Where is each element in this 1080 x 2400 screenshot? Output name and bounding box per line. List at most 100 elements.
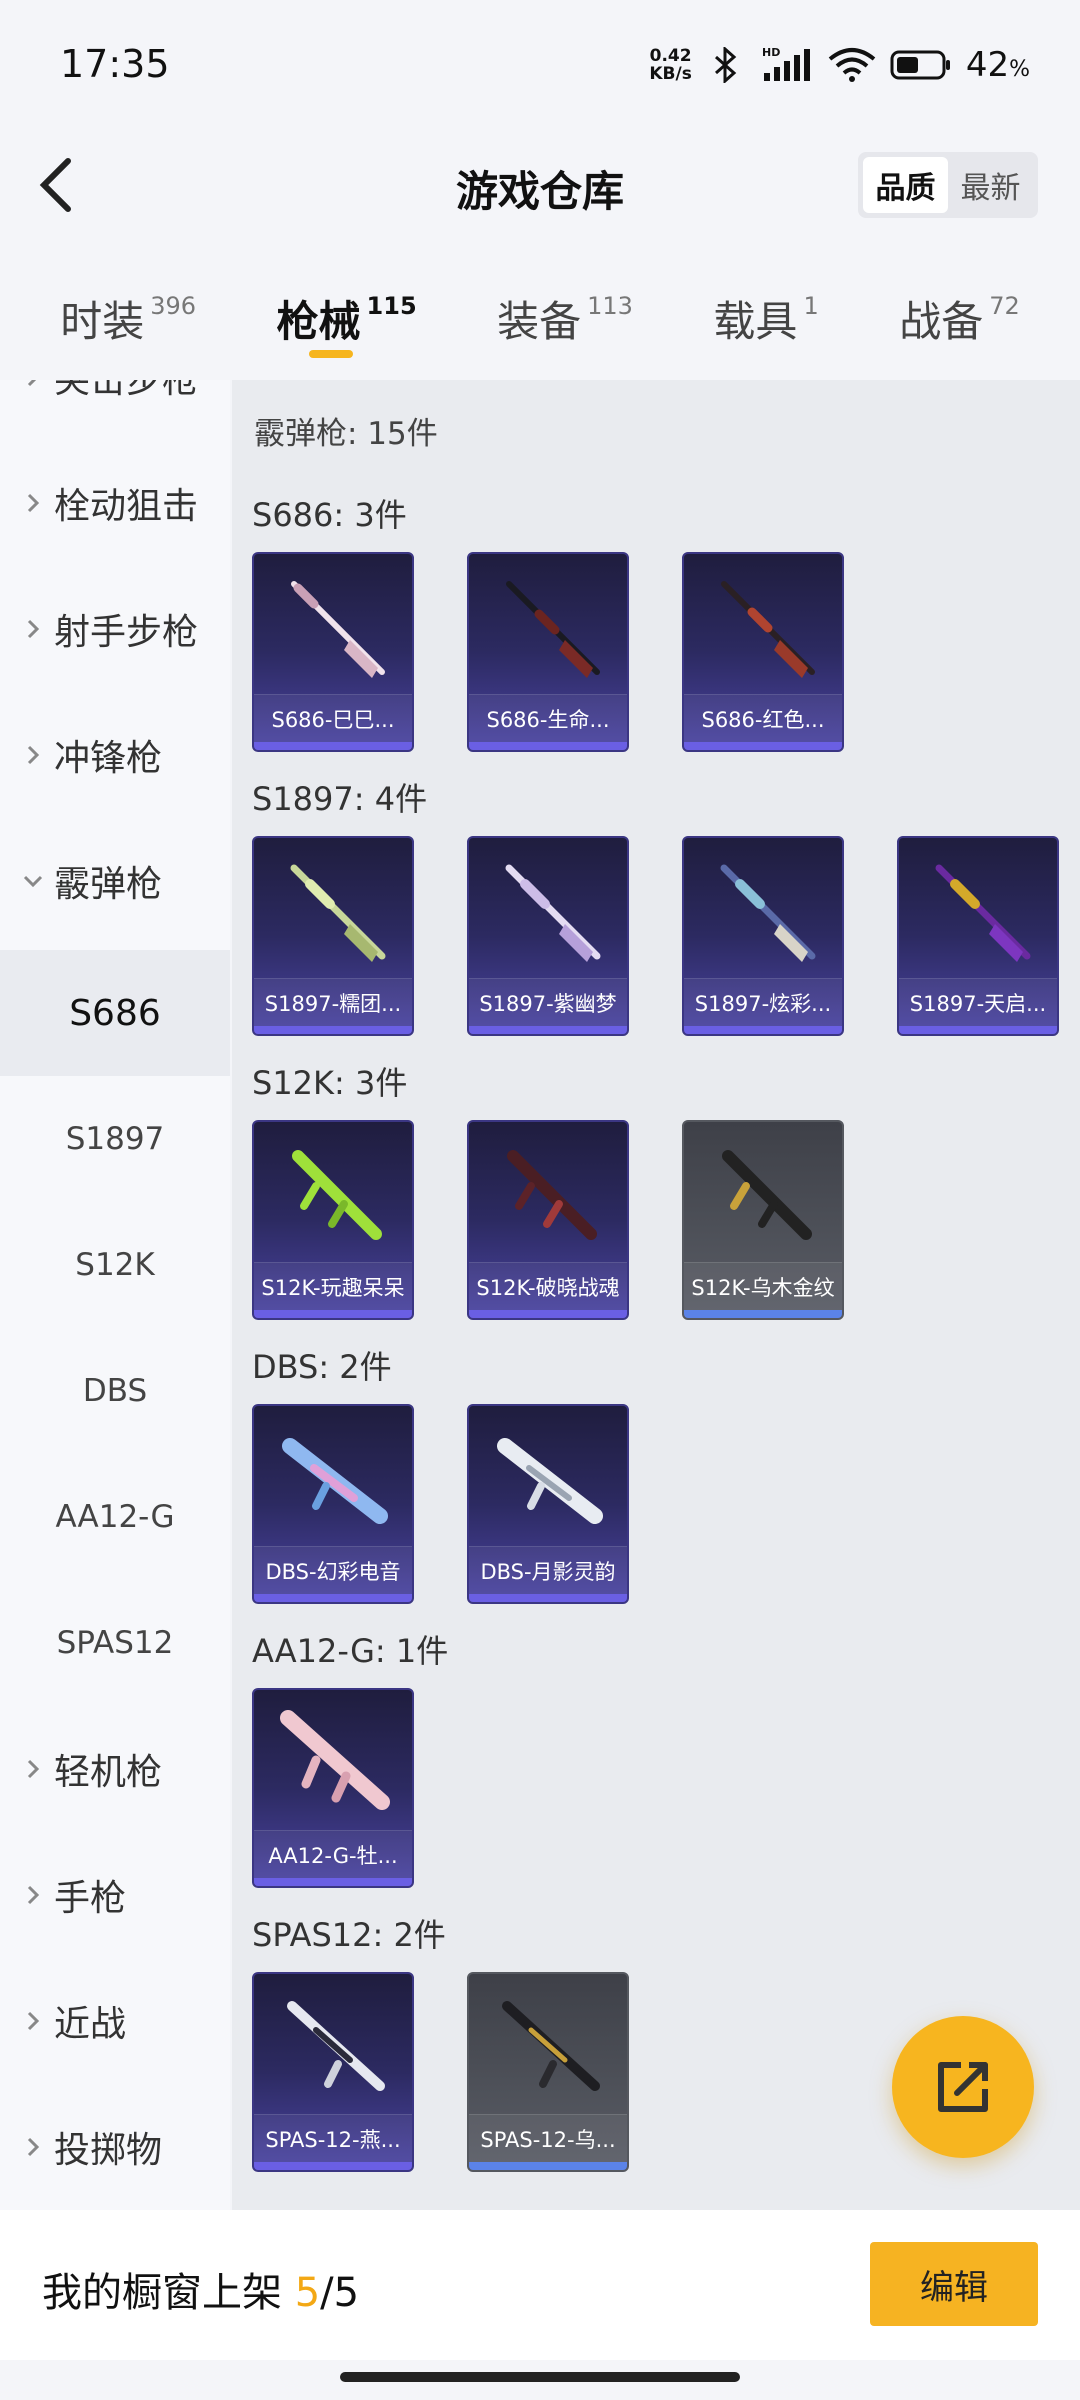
tab-vehicles[interactable]: 载具 1 xyxy=(713,270,818,380)
sidebar-item-label: 霰弹枪 xyxy=(54,864,163,905)
sidebar-sub-dbs[interactable]: DBS xyxy=(0,1328,230,1454)
item-name: DBS-月影灵韵 xyxy=(469,1546,627,1594)
sidebar-sub-aa12g[interactable]: AA12-G xyxy=(0,1454,230,1580)
sidebar-sub-s1897[interactable]: S1897 xyxy=(0,1076,230,1202)
item-card[interactable]: S1897-紫幽梦 xyxy=(467,836,629,1036)
quality-bar xyxy=(254,1594,412,1602)
item-card[interactable]: S1897-糯团... xyxy=(252,836,414,1036)
group-title-s1897: S1897: 4件 xyxy=(252,780,428,818)
item-card[interactable]: S12K-乌木金纹 xyxy=(682,1120,844,1320)
group-title-aa12g: AA12-G: 1件 xyxy=(252,1632,449,1670)
sidebar-item-smg[interactable]: 冲锋枪 xyxy=(0,692,230,818)
item-card[interactable]: SPAS-12-燕... xyxy=(252,1972,414,2172)
sidebar-item-pistol[interactable]: 手枪 xyxy=(0,1832,230,1958)
item-grid-panel: 霰弹枪: 15件 S686: 3件 S686-巳巳... S686-生命... … xyxy=(232,380,1080,2210)
chevron-right-icon xyxy=(22,492,44,514)
chevron-right-icon xyxy=(22,2136,44,2158)
item-card[interactable]: S686-生命... xyxy=(467,552,629,752)
sidebar-item-throwable[interactable]: 投掷物 xyxy=(0,2084,230,2210)
sort-by-quality[interactable]: 品质 xyxy=(863,157,948,213)
external-link-icon xyxy=(938,2062,988,2112)
tab-label: 装备 xyxy=(497,297,582,346)
item-name: S1897-天启... xyxy=(899,978,1057,1026)
quality-bar xyxy=(254,1878,412,1886)
chevron-right-icon xyxy=(22,380,44,388)
quality-bar xyxy=(254,742,412,750)
tab-label: 枪械 xyxy=(276,297,361,346)
quality-bar xyxy=(469,2162,627,2170)
status-icons: 0.42 KB/s HD 42% xyxy=(649,40,1030,90)
sidebar-sub-s12k[interactable]: S12K xyxy=(0,1202,230,1328)
shotgun-skin-icon xyxy=(507,1150,597,1240)
sidebar-item-label: 手枪 xyxy=(54,1878,127,1919)
item-name: DBS-幻彩电音 xyxy=(254,1546,412,1594)
item-card[interactable]: DBS-幻彩电音 xyxy=(252,1404,414,1604)
share-button[interactable] xyxy=(892,2016,1034,2158)
tab-count: 113 xyxy=(587,292,633,320)
shotgun-skin-icon xyxy=(497,1438,603,1524)
item-name: S686-生命... xyxy=(469,694,627,742)
item-card[interactable]: S12K-玩趣呆呆 xyxy=(252,1120,414,1320)
quality-bar xyxy=(254,2162,412,2170)
battery-percent: 42% xyxy=(965,45,1030,85)
sidebar-item-marksman-rifle[interactable]: 射手步枪 xyxy=(0,566,230,692)
quality-bar xyxy=(469,1594,627,1602)
item-card[interactable]: DBS-月影灵韵 xyxy=(467,1404,629,1604)
home-indicator[interactable] xyxy=(340,2372,740,2382)
sidebar-item-label: 冲锋枪 xyxy=(54,738,163,779)
shotgun-skin-icon xyxy=(721,581,815,678)
tab-count: 1 xyxy=(803,292,819,320)
group-title-spas12: SPAS12: 2件 xyxy=(252,1916,446,1954)
edit-button[interactable]: 编辑 xyxy=(870,2242,1038,2326)
sidebar-sub-spas12[interactable]: SPAS12 xyxy=(0,1580,230,1706)
showcase-separator: / xyxy=(320,2270,334,2316)
quality-bar xyxy=(469,1310,627,1318)
item-name: S12K-玩趣呆呆 xyxy=(254,1262,412,1310)
sidebar-item-lmg[interactable]: 轻机枪 xyxy=(0,1706,230,1832)
sidebar-item-label: 轻机枪 xyxy=(54,1752,163,1793)
weapon-category-sidebar: 突击步枪 栓动狙击 射手步枪 冲锋枪 霰弹枪 S686 S1897 S12K D… xyxy=(0,380,230,2210)
tab-equipment[interactable]: 装备 113 xyxy=(497,270,633,380)
showcase-current-count: 5 xyxy=(294,2270,321,2316)
sidebar-item-assault-rifle[interactable]: 突击步枪 xyxy=(0,380,230,440)
item-card[interactable]: S686-巳巳... xyxy=(252,552,414,752)
tab-label: 战备 xyxy=(899,297,984,346)
chevron-right-icon xyxy=(22,1884,44,1906)
item-card[interactable]: S686-红色... xyxy=(682,552,844,752)
status-time: 17:35 xyxy=(60,42,170,86)
sidebar-item-label: 栓动狙击 xyxy=(54,486,199,527)
item-card[interactable]: S1897-天启... xyxy=(897,836,1059,1036)
item-card[interactable]: SPAS-12-乌... xyxy=(467,1972,629,2172)
quality-bar xyxy=(684,1310,842,1318)
group-title-s12k: S12K: 3件 xyxy=(252,1064,408,1102)
sort-by-latest[interactable]: 最新 xyxy=(948,157,1033,213)
battery-icon xyxy=(890,45,952,85)
item-card[interactable]: AA12-G-牡... xyxy=(252,1688,414,1888)
shotgun-skin-icon xyxy=(935,864,1031,962)
item-name: S686-巳巳... xyxy=(254,694,412,742)
sidebar-item-melee[interactable]: 近战 xyxy=(0,1958,230,2084)
network-speed-value: 0.42 xyxy=(649,46,692,66)
shotgun-skin-icon xyxy=(290,864,386,962)
item-name: S686-红色... xyxy=(684,694,842,742)
showcase-label: 我的橱窗上架 xyxy=(42,2270,282,2316)
item-card[interactable]: S1897-炫彩... xyxy=(682,836,844,1036)
quality-bar xyxy=(469,742,627,750)
shotgun-skin-icon xyxy=(505,864,601,962)
chevron-down-icon xyxy=(22,870,44,892)
tab-fashion[interactable]: 时装 396 xyxy=(60,270,196,380)
shotgun-skin-icon xyxy=(506,581,600,678)
shotgun-skin-icon xyxy=(282,1438,388,1524)
tab-firearms[interactable]: 枪械 115 xyxy=(277,270,417,380)
bluetooth-icon xyxy=(706,45,746,85)
item-card[interactable]: S12K-破晓战魂 xyxy=(467,1120,629,1320)
sidebar-item-shotgun[interactable]: 霰弹枪 xyxy=(0,818,230,944)
sidebar-item-bolt-sniper[interactable]: 栓动狙击 xyxy=(0,440,230,566)
wifi-icon xyxy=(828,45,876,85)
tab-supplies[interactable]: 战备 72 xyxy=(899,270,1020,380)
shotgun-skin-icon xyxy=(722,1150,812,1240)
sidebar-sub-s686[interactable]: S686 xyxy=(0,950,230,1076)
item-name: S1897-紫幽梦 xyxy=(469,978,627,1026)
item-name: SPAS-12-乌... xyxy=(469,2114,627,2162)
shotgun-skin-icon xyxy=(280,1710,390,1810)
